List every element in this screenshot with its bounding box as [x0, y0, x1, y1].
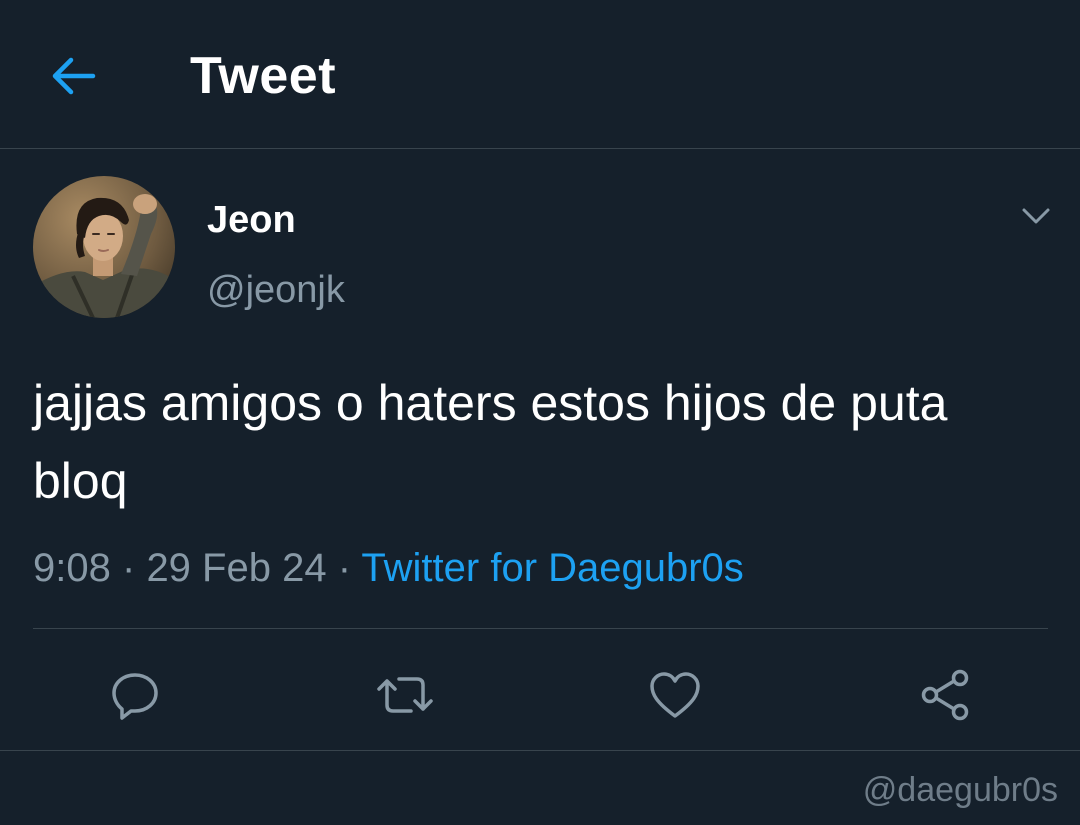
share-button[interactable]	[910, 660, 980, 730]
avatar[interactable]	[33, 176, 175, 318]
top-app-bar: Tweet	[0, 0, 1080, 149]
arrow-left-icon	[52, 57, 96, 95]
tweet-detail-screen: Tweet Jeon @jeonjk jajjas amigos o hater…	[0, 0, 1080, 825]
retweet-button[interactable]	[370, 660, 440, 730]
tweet-meta: 9:08 · 29 Feb 24 · Twitter for Daegubr0s	[33, 542, 744, 594]
watermark: @daegubr0s	[862, 771, 1058, 809]
reply-button[interactable]	[100, 660, 170, 730]
reply-icon	[112, 673, 158, 720]
share-icon	[921, 669, 969, 721]
meta-separator: ·	[121, 546, 136, 590]
tweet-text: jajjas amigos o haters estos hijos de pu…	[33, 375, 948, 509]
author-handle[interactable]: @jeonjk	[207, 266, 345, 314]
tweet-menu-button[interactable]	[1012, 196, 1060, 236]
chevron-down-icon	[1022, 208, 1050, 224]
tweet-source-link[interactable]: Twitter for Daegubr0s	[361, 546, 743, 590]
back-button[interactable]	[44, 48, 104, 104]
tweet-date: 29 Feb 24	[146, 546, 327, 590]
page-title: Tweet	[190, 47, 337, 105]
meta-separator: ·	[337, 546, 352, 590]
avatar-photo	[33, 176, 175, 318]
author-name[interactable]: Jeon	[207, 196, 296, 244]
divider	[33, 628, 1048, 629]
like-button[interactable]	[640, 660, 710, 730]
heart-icon	[650, 672, 700, 718]
tweet-time: 9:08	[33, 546, 111, 590]
tweet-actions	[0, 650, 1080, 751]
retweet-icon	[377, 677, 433, 713]
